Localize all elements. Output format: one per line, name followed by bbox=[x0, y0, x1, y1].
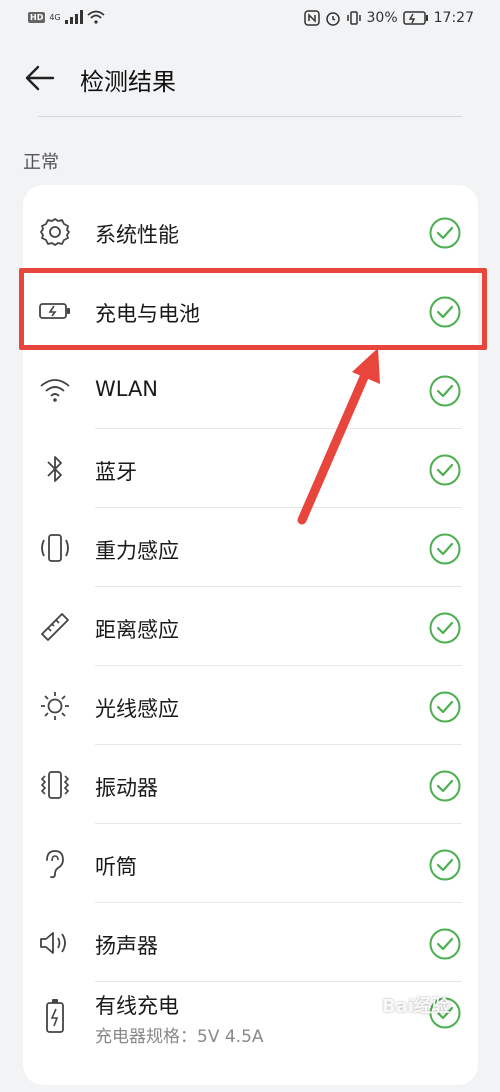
list-item-wlan[interactable]: WLAN bbox=[23, 350, 478, 429]
item-label: 距离感应 bbox=[95, 618, 179, 642]
item-label: 听筒 bbox=[95, 855, 137, 879]
alarm-icon bbox=[325, 12, 340, 26]
gear-icon bbox=[40, 218, 70, 246]
list-item-proximity-sensor[interactable]: 距离感应 bbox=[23, 587, 478, 666]
speaker-icon bbox=[40, 932, 66, 954]
list-item-bluetooth[interactable]: 蓝牙 bbox=[23, 429, 478, 508]
page-title: 检测结果 bbox=[80, 68, 176, 96]
check-circle-icon bbox=[429, 454, 461, 486]
item-sublabel: 充电器规格：5V 4.5A bbox=[95, 1027, 264, 1047]
wifi-icon bbox=[40, 379, 70, 402]
item-label: WLAN bbox=[95, 377, 159, 401]
sun-icon bbox=[41, 692, 69, 720]
ruler-icon bbox=[41, 613, 69, 641]
item-label: 扬声器 bbox=[95, 934, 158, 958]
annotation-highlight-box bbox=[19, 268, 487, 350]
bluetooth-icon bbox=[47, 456, 62, 482]
item-label: 振动器 bbox=[95, 776, 158, 800]
header-divider bbox=[38, 116, 462, 117]
check-circle-icon bbox=[429, 691, 461, 723]
list-item-system-performance[interactable]: 系统性能 bbox=[23, 192, 478, 271]
vibration-icon bbox=[40, 771, 70, 799]
battery-percent: 30% bbox=[366, 10, 398, 26]
check-circle-icon bbox=[429, 770, 461, 802]
list-item-earpiece[interactable]: 听筒 bbox=[23, 824, 478, 903]
ear-icon bbox=[46, 850, 64, 879]
check-circle-icon bbox=[429, 928, 461, 960]
item-label: 有线充电 bbox=[95, 994, 179, 1018]
status-bar: HD 4G 30% 17:27 bbox=[0, 0, 500, 38]
back-button[interactable] bbox=[22, 60, 58, 96]
wifi-status-icon bbox=[87, 10, 105, 24]
list-item-vibrator[interactable]: 振动器 bbox=[23, 745, 478, 824]
hd-badge: HD bbox=[28, 11, 46, 23]
list-item-light-sensor[interactable]: 光线感应 bbox=[23, 666, 478, 745]
vibrate-mode-icon bbox=[346, 11, 361, 25]
charging-icon bbox=[46, 999, 64, 1033]
back-arrow-icon bbox=[25, 65, 55, 91]
clock: 17:27 bbox=[433, 10, 474, 26]
item-label: 系统性能 bbox=[95, 223, 179, 247]
item-label: 光线感应 bbox=[95, 697, 179, 721]
battery-charging-icon bbox=[402, 11, 428, 25]
signal-icon bbox=[64, 10, 83, 24]
check-circle-icon bbox=[429, 375, 461, 407]
watermark: Bai经验 bbox=[382, 996, 451, 1017]
item-label: 重力感应 bbox=[95, 539, 179, 563]
nfc-icon bbox=[303, 10, 320, 26]
network-type: 4G bbox=[49, 12, 61, 22]
app-bar: 检测结果 bbox=[0, 40, 500, 116]
section-title: 正常 bbox=[23, 152, 59, 173]
check-circle-icon bbox=[429, 849, 461, 881]
gravity-sensor-icon bbox=[41, 534, 69, 562]
check-circle-icon bbox=[429, 612, 461, 644]
list-item-speaker[interactable]: 扬声器 bbox=[23, 903, 478, 982]
check-circle-icon bbox=[429, 217, 461, 249]
check-circle-icon bbox=[429, 533, 461, 565]
item-label: 蓝牙 bbox=[95, 460, 137, 484]
list-item-gravity-sensor[interactable]: 重力感应 bbox=[23, 508, 478, 587]
